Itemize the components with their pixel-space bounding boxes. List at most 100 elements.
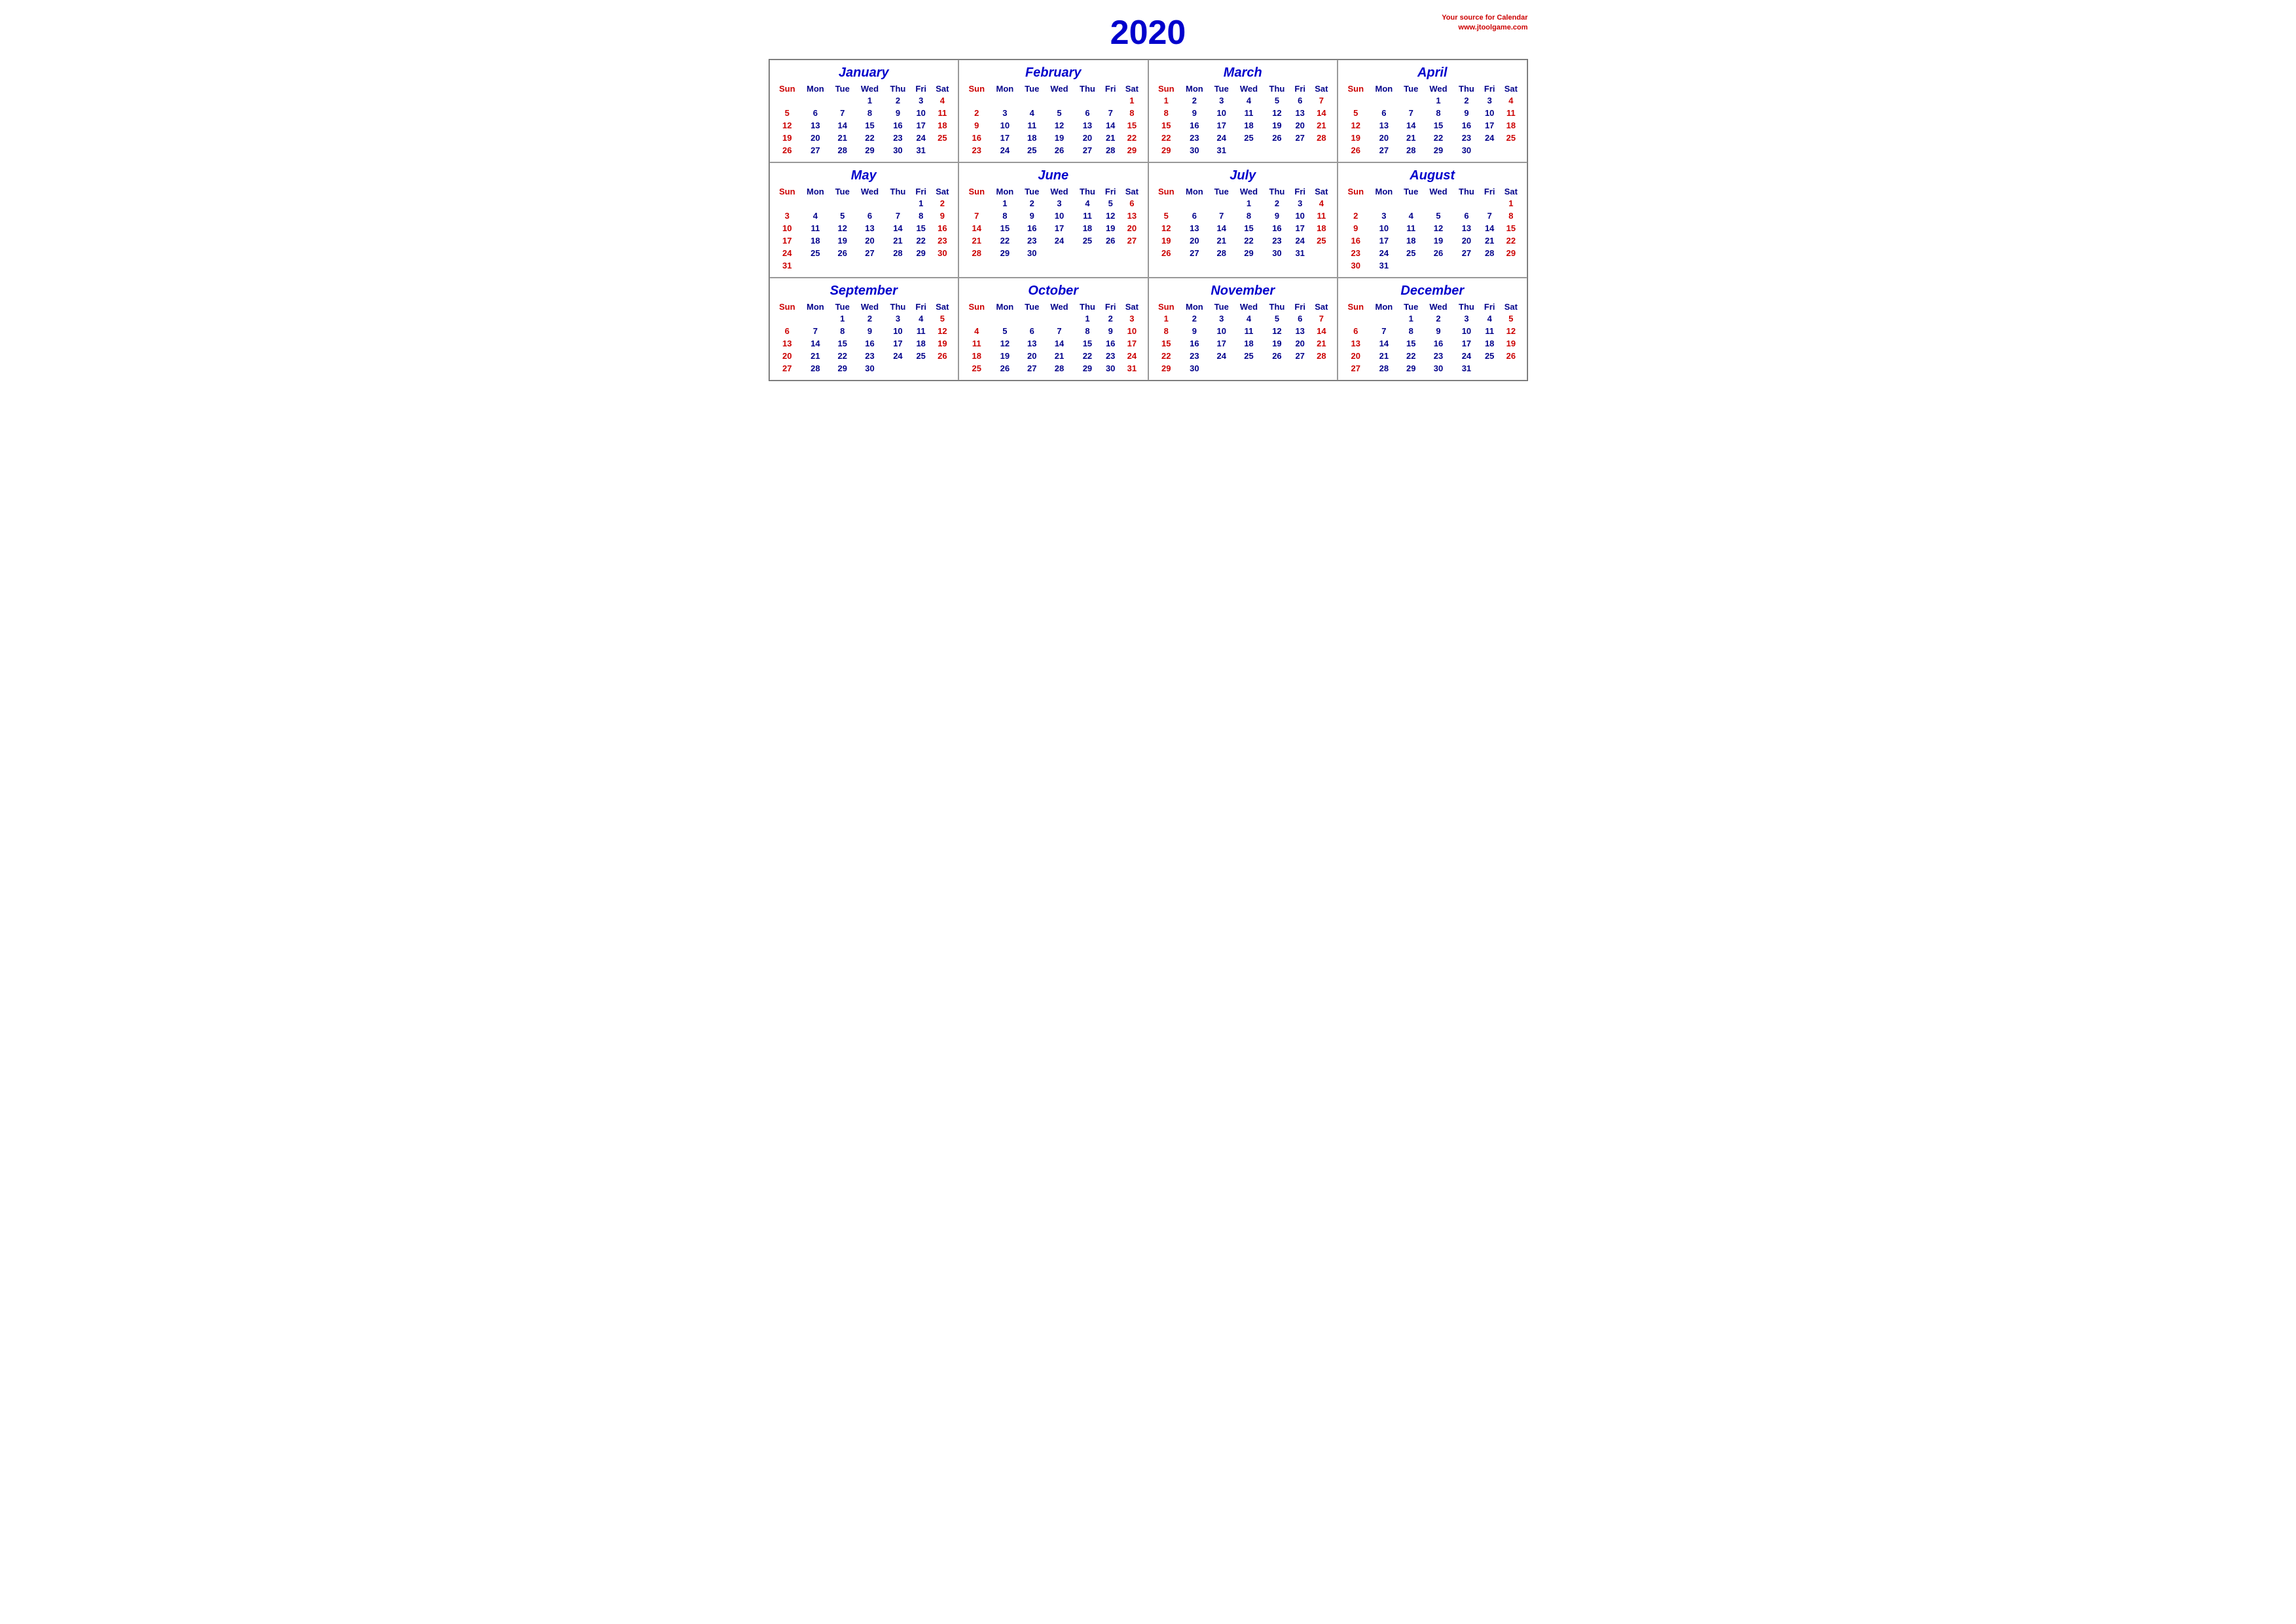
day-cell: 29 [1398,362,1423,375]
week-row: 23242526272829 [963,144,1144,157]
day-cell: 15 [830,337,855,350]
weekday-header-mon: Mon [991,186,1020,197]
day-cell [1209,362,1234,375]
weekday-header-thu: Thu [1264,83,1290,94]
weekday-header-mon: Mon [991,301,1020,312]
day-cell [1264,362,1290,375]
day-cell: 10 [1290,210,1310,222]
weekday-header-sun: Sun [1153,301,1180,312]
day-cell: 2 [1453,94,1480,107]
day-cell: 25 [1499,132,1522,144]
weekday-header-sat: Sat [1120,301,1143,312]
day-cell: 24 [1453,350,1480,362]
weekday-header-sun: Sun [1342,301,1370,312]
day-cell: 28 [1480,247,1499,259]
day-cell: 18 [1398,234,1423,247]
day-cell: 10 [1044,210,1074,222]
week-row: 10111213141516 [774,222,955,234]
day-cell [1153,197,1180,210]
week-row: 1234 [1342,94,1523,107]
day-cell: 3 [1044,197,1074,210]
day-cell: 18 [1074,222,1101,234]
day-cell: 8 [1153,325,1180,337]
day-cell: 29 [1499,247,1522,259]
day-cell: 18 [1234,337,1264,350]
day-cell [1101,94,1120,107]
day-cell: 7 [830,107,855,119]
day-cell: 12 [774,119,801,132]
day-cell: 13 [1370,119,1399,132]
day-cell: 20 [1120,222,1143,234]
month-name: July [1153,168,1334,183]
day-cell: 13 [1453,222,1480,234]
weekday-header-thu: Thu [1074,83,1101,94]
day-cell: 24 [1370,247,1399,259]
day-cell: 2 [1423,312,1453,325]
week-row: 12131415161718 [1153,222,1334,234]
day-cell: 10 [1480,107,1499,119]
day-cell: 7 [1480,210,1499,222]
day-cell: 24 [991,144,1020,157]
day-cell: 12 [931,325,954,337]
weekday-header-thu: Thu [1453,186,1480,197]
day-cell: 19 [1101,222,1120,234]
day-cell: 23 [1423,350,1453,362]
week-row: 1234567 [1153,312,1334,325]
weekday-header-sun: Sun [774,83,801,94]
weekday-header-fri: Fri [1480,83,1499,94]
day-cell: 13 [1342,337,1370,350]
day-cell: 24 [1480,132,1499,144]
day-cell: 11 [1234,107,1264,119]
day-cell: 23 [1342,247,1370,259]
day-cell: 1 [1074,312,1101,325]
day-cell: 14 [1044,337,1074,350]
day-cell: 12 [1153,222,1180,234]
month-name: October [963,284,1144,299]
day-cell: 9 [931,210,954,222]
day-cell [830,94,855,107]
week-row: 2345678 [1342,210,1523,222]
weekday-header-wed: Wed [1044,186,1074,197]
day-cell [1234,362,1264,375]
day-cell: 26 [774,144,801,157]
day-cell: 13 [1290,107,1310,119]
week-row: 15161718192021 [1153,337,1334,350]
weekday-header-sat: Sat [1120,83,1143,94]
day-cell: 26 [991,362,1020,375]
day-cell: 23 [884,132,911,144]
day-cell: 12 [1499,325,1522,337]
day-cell: 19 [830,234,855,247]
day-cell: 11 [931,107,954,119]
day-cell: 8 [1234,210,1264,222]
week-row: 123456 [963,197,1144,210]
weekday-header-sun: Sun [963,301,991,312]
week-row: 22232425262728 [1153,132,1334,144]
weekday-header-sun: Sun [1153,186,1180,197]
day-cell [801,197,830,210]
day-cell: 18 [1019,132,1044,144]
day-cell: 12 [1044,119,1074,132]
day-cell: 13 [1120,210,1143,222]
day-cell: 22 [1120,132,1143,144]
week-row: 14151617181920 [963,222,1144,234]
weekday-header-sun: Sun [1342,83,1370,94]
week-row: 11121314151617 [963,337,1144,350]
day-cell: 8 [991,210,1020,222]
day-cell: 24 [1290,234,1310,247]
day-cell: 12 [1423,222,1453,234]
day-cell: 10 [1120,325,1143,337]
day-cell: 1 [991,197,1020,210]
day-cell: 1 [830,312,855,325]
month-name: November [1153,284,1334,299]
day-cell: 25 [1074,234,1101,247]
day-cell: 25 [963,362,991,375]
day-cell [1074,247,1101,259]
week-row: 6789101112 [1342,325,1523,337]
month-name: January [774,65,955,81]
month-name: February [963,65,1144,81]
week-row: 9101112131415 [963,119,1144,132]
day-cell: 16 [1101,337,1120,350]
day-cell: 16 [1264,222,1290,234]
day-cell: 17 [1044,222,1074,234]
week-row: 19202122232425 [1342,132,1523,144]
